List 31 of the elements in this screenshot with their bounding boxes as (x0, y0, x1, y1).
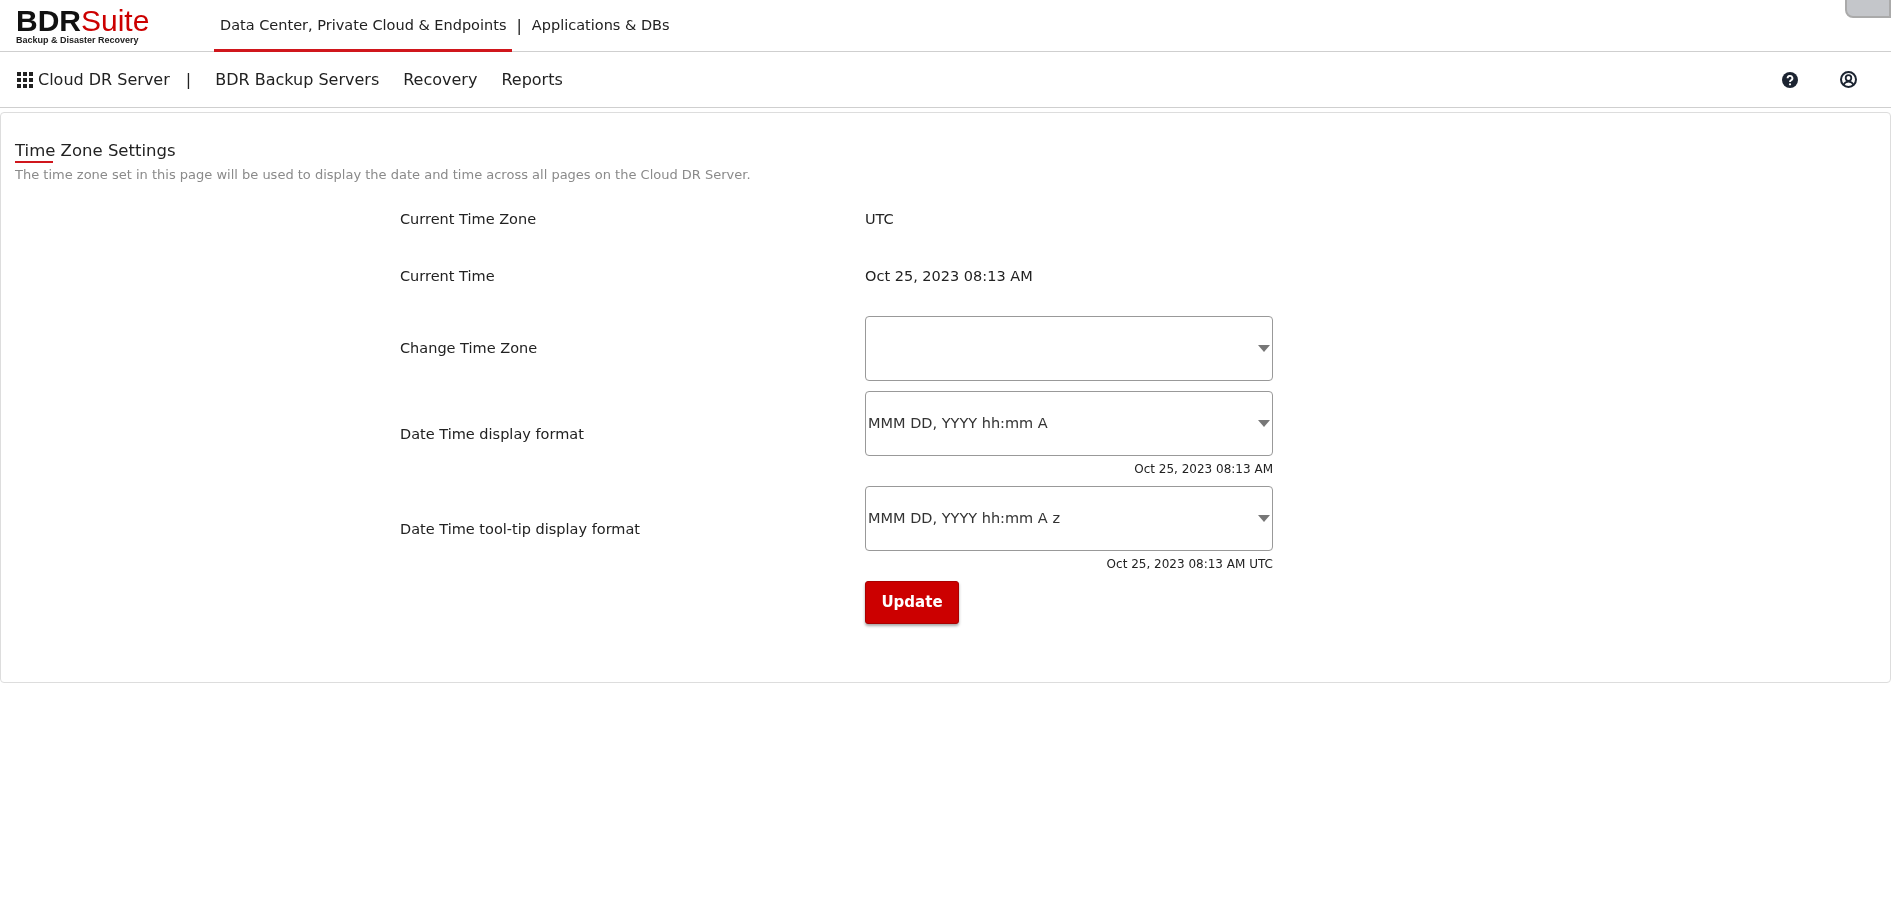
logo-tagline: Backup & Disaster Recovery (16, 34, 140, 45)
dropdown-caret-icon (1258, 515, 1270, 522)
grid-icon[interactable] (16, 70, 34, 89)
dropdown-field[interactable] (865, 316, 1273, 381)
page-description: The time zone set in this page will be used to display the date and time across all pages on the Cloud DR Server. (15, 166, 752, 184)
nav-link[interactable]: Reports (501, 67, 563, 92)
field-label: Date Time tool-tip display format (399, 519, 642, 539)
app-title-link[interactable]: Cloud DR Server (38, 67, 170, 92)
nav-separator: | (185, 68, 192, 91)
dropdown-field[interactable]: MMM DD, YYYY hh:mm A (865, 391, 1273, 456)
field-label: Change Time Zone (399, 338, 539, 358)
field-label: Current Time Zone (399, 209, 538, 229)
format-preview: Oct 25, 2023 08:13 AM UTC (1105, 556, 1273, 573)
nav-link[interactable]: BDR Backup Servers (215, 67, 380, 92)
tab-separator: | (516, 14, 522, 37)
format-preview: Oct 25, 2023 08:13 AM (1133, 461, 1273, 478)
dropdown-field[interactable]: MMM DD, YYYY hh:mm A z (865, 486, 1273, 551)
field-value: UTC (865, 209, 894, 229)
nav-link[interactable]: Recovery (403, 67, 478, 92)
user-icon[interactable] (1840, 71, 1857, 88)
page-title: Time Zone Settings (15, 141, 176, 163)
field-label: Date Time display format (399, 424, 585, 444)
product-tab[interactable]: Applications & DBs (525, 0, 676, 52)
dropdown-caret-icon (1258, 345, 1270, 352)
update-button[interactable]: Update (865, 581, 959, 624)
field-label: Current Time (399, 267, 496, 287)
help-icon[interactable] (1782, 71, 1798, 88)
brand-logo: BDRSuite (16, 6, 151, 35)
dropdown-caret-icon (1258, 420, 1270, 427)
product-tab[interactable]: Data Center, Private Cloud & Endpoints (214, 0, 513, 52)
field-value: Oct 25, 2023 08:13 AM (865, 267, 1033, 287)
